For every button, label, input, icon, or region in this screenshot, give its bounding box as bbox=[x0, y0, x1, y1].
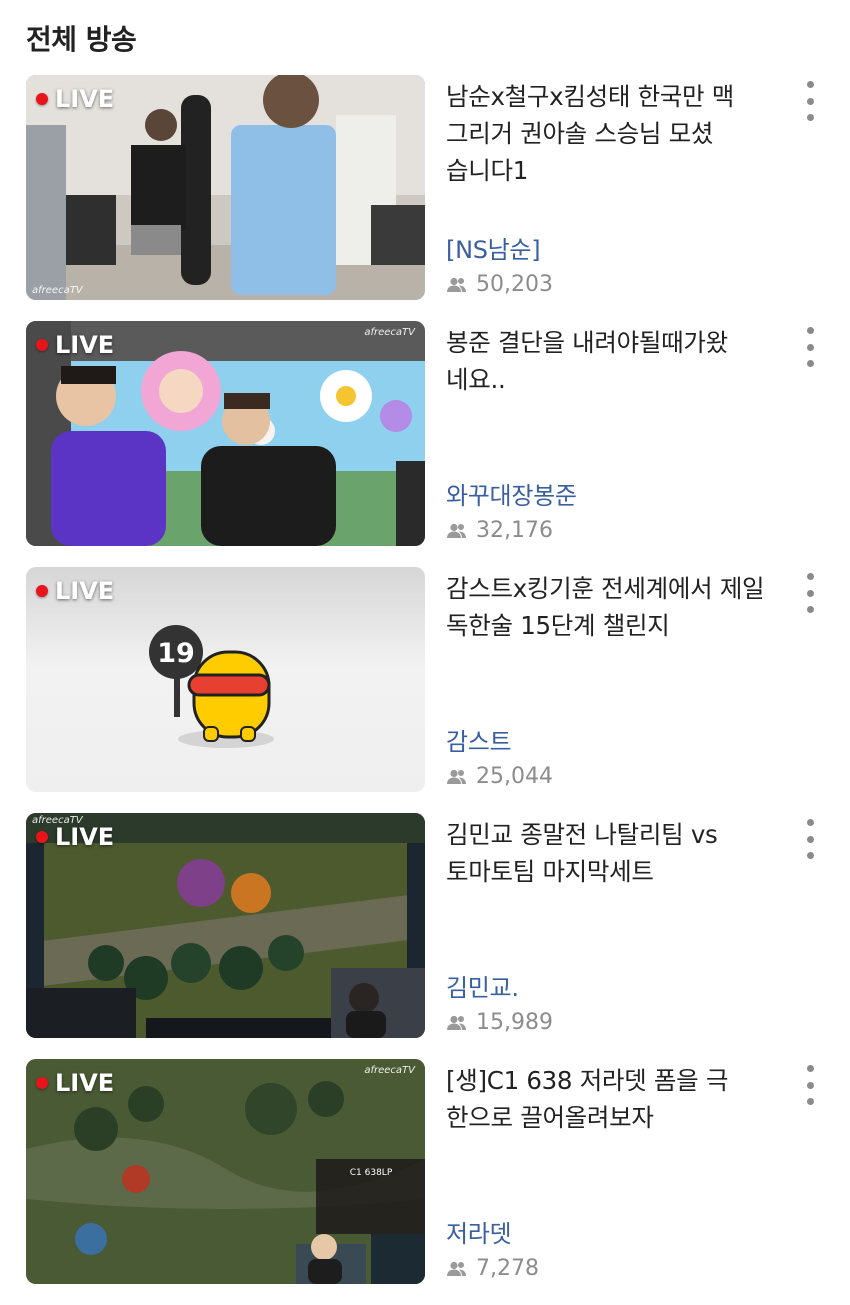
streamer-name[interactable]: 김민교. bbox=[446, 968, 519, 1003]
stream-list: LIVE afreecaTV 남순x철구x킴성태 한국만 맥 그리거 권아솔 스… bbox=[0, 75, 850, 1305]
streamer-name[interactable]: 저라뎃 bbox=[446, 1214, 512, 1249]
stream-title[interactable]: 김민교 종말전 나탈리팀 vs 토마토팀 마지막세트 bbox=[446, 816, 786, 890]
viewer-count-value: 25,044 bbox=[476, 764, 553, 789]
live-badge: LIVE bbox=[36, 1069, 114, 1097]
live-label: LIVE bbox=[55, 823, 115, 851]
live-badge: LIVE bbox=[36, 331, 114, 359]
section-title: 전체 방송 bbox=[26, 23, 137, 56]
streamer-name[interactable]: [NS남순] bbox=[446, 230, 541, 265]
stream-thumbnail[interactable]: LIVE afreecaTV bbox=[26, 813, 425, 1038]
more-vert-icon[interactable] bbox=[800, 81, 820, 121]
viewer-count: 15,989 bbox=[446, 1010, 553, 1035]
people-icon bbox=[447, 769, 466, 784]
stream-info: 봉준 결단을 내려야될때가왔 네요.. 와꾸대장봉준 32,176 bbox=[446, 324, 786, 546]
viewer-count: 7,278 bbox=[446, 1256, 539, 1281]
live-label: LIVE bbox=[55, 1069, 115, 1097]
stream-title[interactable]: 감스트x킹기훈 전세계에서 제일 독한술 15단계 챌린지 bbox=[446, 570, 786, 644]
live-dot bbox=[36, 93, 48, 105]
thumbnail-watermark: afreecaTV bbox=[32, 285, 83, 296]
viewer-count-value: 15,989 bbox=[476, 1010, 553, 1035]
more-vert-icon[interactable] bbox=[800, 1065, 820, 1105]
more-vert-icon[interactable] bbox=[800, 819, 820, 859]
live-label: LIVE bbox=[55, 85, 115, 113]
live-label: LIVE bbox=[55, 331, 115, 359]
stream-info: 감스트x킹기훈 전세계에서 제일 독한술 15단계 챌린지 감스트 25,044 bbox=[446, 570, 786, 792]
stream-item[interactable]: LIVE afreecaTV 남순x철구x킴성태 한국만 맥 그리거 권아솔 스… bbox=[0, 75, 850, 321]
stream-info: [생]C1 638 저라뎃 폼을 극 한으로 끌어올려보자 저라뎃 7,278 bbox=[446, 1062, 786, 1284]
stream-title[interactable]: [생]C1 638 저라뎃 폼을 극 한으로 끌어올려보자 bbox=[446, 1062, 786, 1136]
viewer-count-value: 7,278 bbox=[476, 1256, 539, 1281]
live-label: LIVE bbox=[55, 577, 115, 605]
people-icon bbox=[447, 1015, 466, 1030]
stream-title[interactable]: 봉준 결단을 내려야될때가왔 네요.. bbox=[446, 324, 786, 398]
live-badge: LIVE bbox=[36, 85, 114, 113]
thumbnail-watermark: afreecaTV bbox=[364, 1065, 415, 1076]
streamer-name[interactable]: 감스트 bbox=[446, 722, 512, 757]
stream-item[interactable]: 19 LIVE 감스트x킹기훈 전세계에서 제일 독한술 15단계 챌린지 감스… bbox=[0, 567, 850, 813]
stream-info: 김민교 종말전 나탈리팀 vs 토마토팀 마지막세트 김민교. 15,989 bbox=[446, 816, 786, 1038]
people-icon bbox=[447, 1261, 466, 1276]
viewer-count-value: 32,176 bbox=[476, 518, 553, 543]
viewer-count: 50,203 bbox=[446, 272, 553, 297]
live-dot bbox=[36, 339, 48, 351]
thumbnail-watermark: afreecaTV bbox=[364, 327, 415, 338]
stream-thumbnail[interactable]: LIVE afreecaTV bbox=[26, 75, 425, 300]
stream-item[interactable]: C1 638LP LIVE afreecaTV [생]C1 638 저라뎃 폼을… bbox=[0, 1059, 850, 1305]
stream-thumbnail[interactable]: C1 638LP LIVE afreecaTV bbox=[26, 1059, 425, 1284]
thumbnail-watermark: afreecaTV bbox=[32, 815, 83, 826]
live-dot bbox=[36, 585, 48, 597]
stream-title[interactable]: 남순x철구x킴성태 한국만 맥 그리거 권아솔 스승님 모셨 습니다1 bbox=[446, 78, 786, 189]
more-vert-icon[interactable] bbox=[800, 327, 820, 367]
live-dot bbox=[36, 1077, 48, 1089]
people-icon bbox=[447, 523, 466, 538]
overlay-rank-text: C1 638LP bbox=[350, 1168, 393, 1178]
viewer-count-value: 50,203 bbox=[476, 272, 553, 297]
streamer-name[interactable]: 와꾸대장봉준 bbox=[446, 476, 577, 511]
age-badge-text: 19 bbox=[157, 638, 195, 669]
live-dot bbox=[36, 831, 48, 843]
people-icon bbox=[447, 277, 466, 292]
stream-info: 남순x철구x킴성태 한국만 맥 그리거 권아솔 스승님 모셨 습니다1 [NS남… bbox=[446, 78, 786, 300]
stream-thumbnail[interactable]: 19 LIVE bbox=[26, 567, 425, 792]
viewer-count: 32,176 bbox=[446, 518, 553, 543]
stream-item[interactable]: LIVE afreecaTV 김민교 종말전 나탈리팀 vs 토마토팀 마지막세… bbox=[0, 813, 850, 1059]
stream-item[interactable]: LIVE afreecaTV 봉준 결단을 내려야될때가왔 네요.. 와꾸대장봉… bbox=[0, 321, 850, 567]
live-badge: LIVE bbox=[36, 823, 114, 851]
viewer-count: 25,044 bbox=[446, 764, 553, 789]
live-badge: LIVE bbox=[36, 577, 114, 605]
more-vert-icon[interactable] bbox=[800, 573, 820, 613]
stream-thumbnail[interactable]: LIVE afreecaTV bbox=[26, 321, 425, 546]
